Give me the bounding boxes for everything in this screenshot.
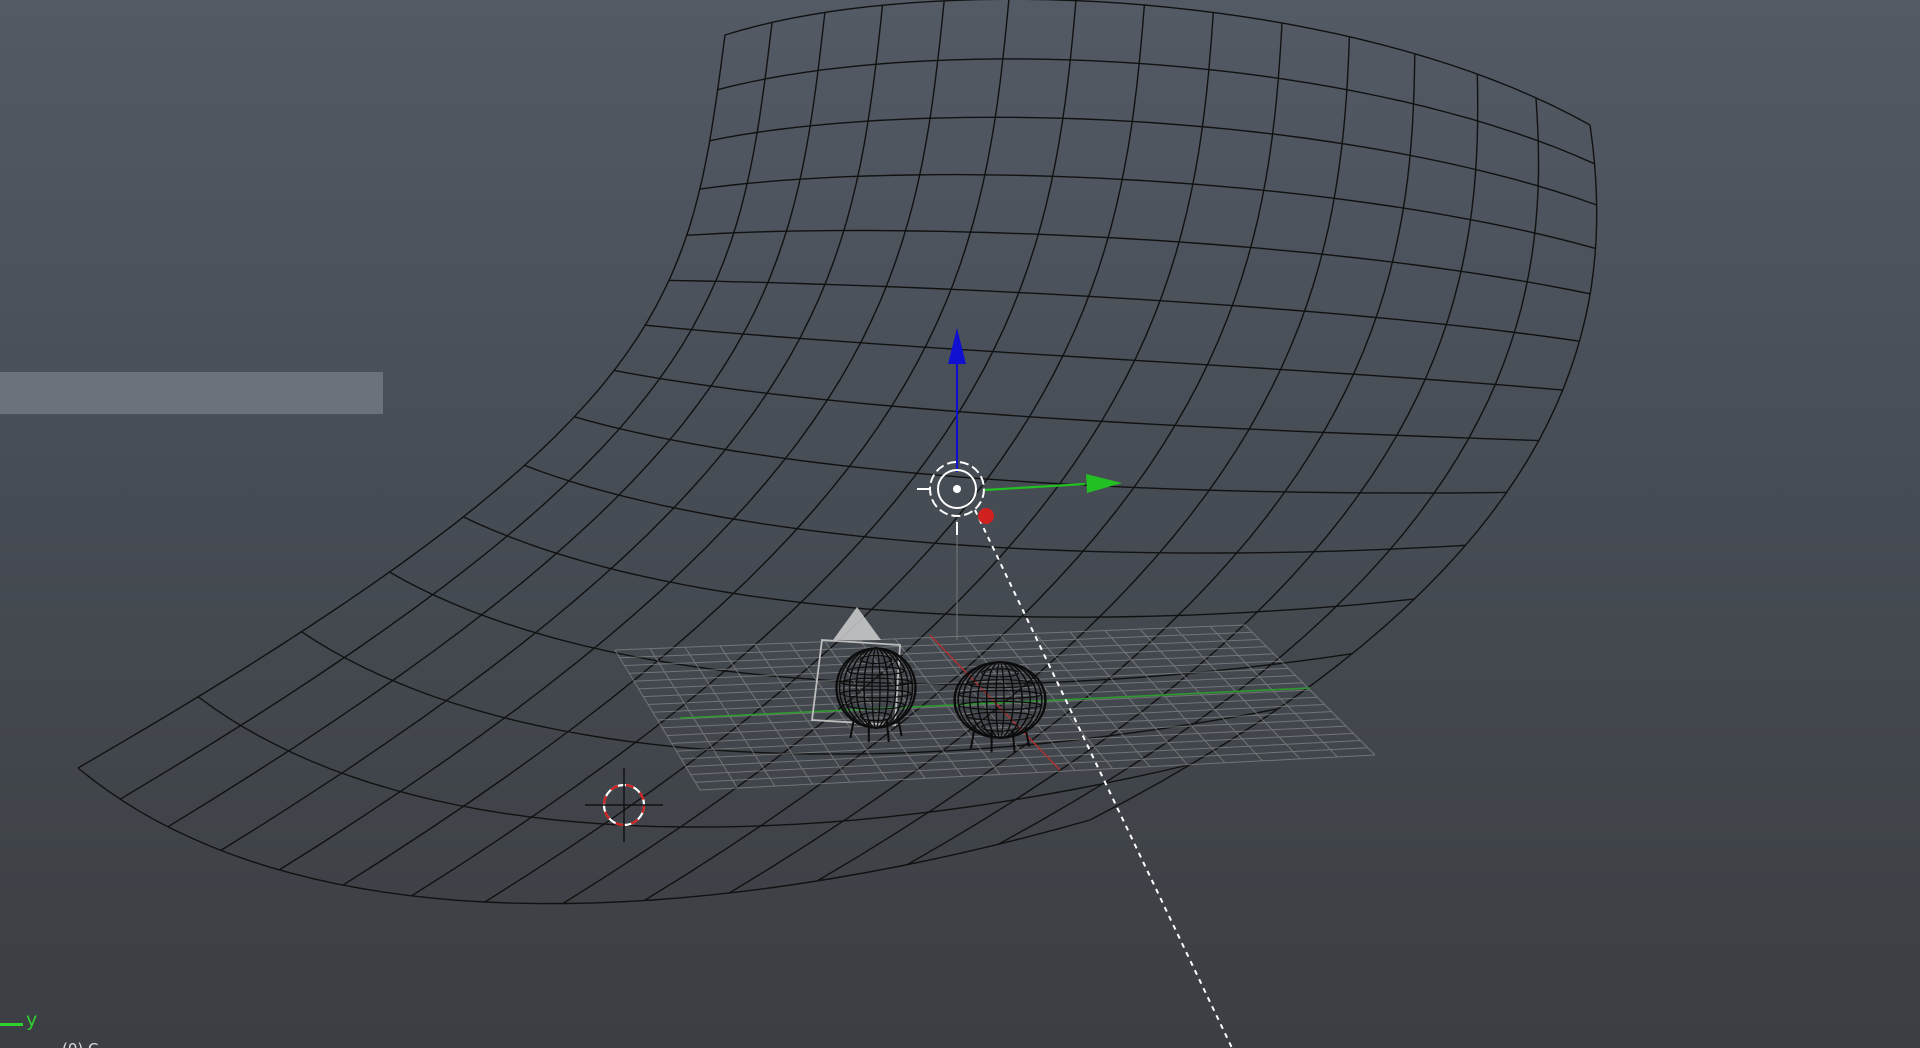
creature-ring bbox=[958, 689, 1042, 700]
curved-plane-mesh bbox=[77, 0, 1598, 905]
grid-line bbox=[657, 689, 1311, 721]
mesh-line bbox=[220, 5, 884, 851]
creature-ring bbox=[859, 711, 893, 722]
axis-y-label: y bbox=[26, 1009, 38, 1031]
axis-y-line bbox=[0, 1023, 23, 1026]
camera-up-triangle bbox=[833, 607, 881, 640]
gizmo-x-handle bbox=[978, 508, 994, 524]
3d-viewport[interactable]: y (0) C bbox=[0, 0, 1920, 1048]
mesh-line bbox=[484, 4, 1146, 903]
mesh-line bbox=[668, 279, 1580, 342]
3d-cursor bbox=[585, 768, 663, 842]
creature-loop bbox=[871, 647, 881, 729]
mesh-line bbox=[574, 416, 1507, 494]
mesh-line bbox=[562, 12, 1214, 905]
mesh-line bbox=[816, 53, 1416, 882]
mesh-line bbox=[906, 74, 1479, 866]
mesh-line bbox=[699, 173, 1596, 250]
mesh-line bbox=[301, 631, 1279, 755]
creature-loop bbox=[863, 647, 889, 729]
mesh-line bbox=[463, 516, 1415, 618]
creature-ring bbox=[966, 711, 1034, 721]
gizmo-z-arrow bbox=[948, 328, 966, 364]
gizmo-center-dot bbox=[953, 485, 961, 493]
mesh-line bbox=[724, 0, 1591, 126]
gizmo-y-axis bbox=[984, 482, 1086, 492]
ground-grid bbox=[614, 624, 1376, 791]
gizmo-y-arrow bbox=[1086, 474, 1122, 493]
mesh-line bbox=[997, 97, 1540, 845]
viewport-scene[interactable] bbox=[0, 0, 1920, 1048]
creature-loop bbox=[848, 647, 904, 729]
creature-loop bbox=[855, 647, 897, 729]
mesh-line bbox=[717, 58, 1595, 165]
object-info-text: (0) C bbox=[62, 1040, 99, 1048]
mesh-line bbox=[167, 12, 826, 828]
light-direction-line bbox=[974, 509, 1233, 1048]
left-panel-bar[interactable] bbox=[0, 372, 383, 414]
mesh-line bbox=[709, 116, 1597, 206]
